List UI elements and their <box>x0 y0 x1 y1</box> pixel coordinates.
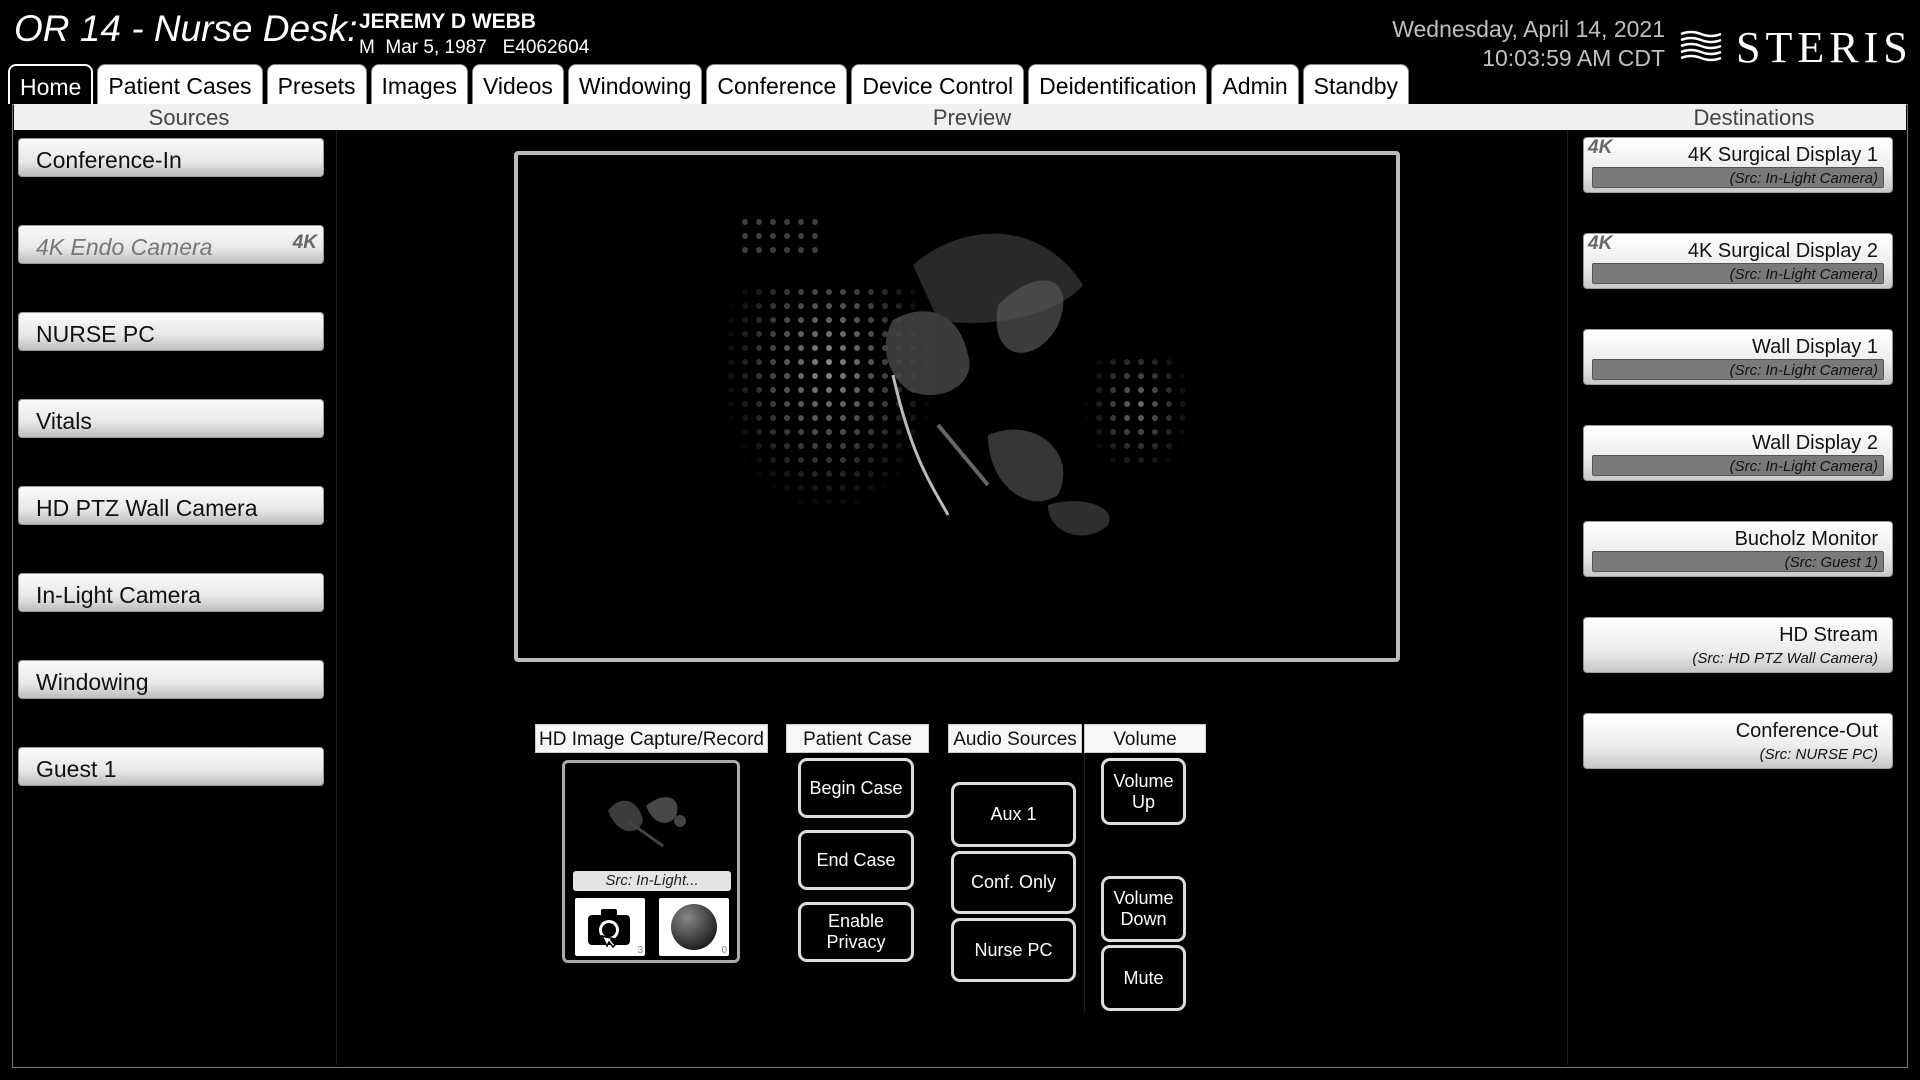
destination-4k-surgical-display-1[interactable]: 4K 4K Surgical Display 1 (Src: In-Light Ca… <box>1583 137 1893 193</box>
destination-source: (Src: HD PTZ Wall Camera) <box>1692 650 1878 667</box>
source-guest-1[interactable]: Guest 1 <box>18 747 324 786</box>
sources-heading: Sources <box>148 105 230 130</box>
source-vitals[interactable]: Vitals <box>18 399 324 438</box>
capture-thumbnail[interactable] <box>568 766 734 866</box>
record-button[interactable]: 0 <box>659 898 729 956</box>
destination-hd-stream[interactable]: HD Stream (Src: HD PTZ Wall Camera) <box>1583 617 1893 673</box>
source-nurse-pc[interactable]: NURSE PC <box>18 312 324 351</box>
tab-videos[interactable]: Videos <box>471 64 564 104</box>
volume-header: Volume <box>1084 724 1206 753</box>
audio-sources-header: Audio Sources <box>948 724 1082 753</box>
destination-source: (Src: In-Light Camera) <box>1729 458 1878 475</box>
destination-bucholz-monitor[interactable]: Bucholz Monitor (Src: Guest 1) <box>1583 521 1893 577</box>
destination-name: 4K Surgical Display 1 <box>1687 144 1878 166</box>
volume-up-button[interactable]: Volume Up <box>1101 758 1186 825</box>
destination-name: Conference-Out <box>1735 720 1878 742</box>
tab-device-control[interactable]: Device Control <box>851 64 1025 104</box>
preview-heading: Preview <box>932 105 1012 130</box>
source-4k-endo-camera[interactable]: 4K Endo Camera 4K <box>18 225 324 264</box>
audio-nurse-pc-button[interactable]: Nurse PC <box>951 918 1076 982</box>
tab-windowing[interactable]: Windowing <box>567 64 703 104</box>
destination-source: (Src: NURSE PC) <box>1759 746 1878 763</box>
source-label: Guest 1 <box>36 756 117 782</box>
tab-standby[interactable]: Standby <box>1302 64 1410 104</box>
destination-name: HD Stream <box>1779 624 1878 646</box>
tab-images[interactable]: Images <box>370 64 468 104</box>
destination-name: Bucholz Monitor <box>1734 528 1878 550</box>
tab-conference[interactable]: Conference <box>706 64 848 104</box>
preview-video[interactable] <box>514 151 1400 662</box>
begin-case-button[interactable]: Begin Case <box>798 758 914 818</box>
capture-panel: Src: In-Light... 3 0 <box>562 760 740 963</box>
destination-wall-display-2[interactable]: Wall Display 2 (Src: In-Light Camera) <box>1583 425 1893 481</box>
capture-thumbnail-image <box>608 797 686 848</box>
destination-wall-display-1[interactable]: Wall Display 1 (Src: In-Light Camera) <box>1583 329 1893 385</box>
badge-4k: 4K <box>1588 137 1613 158</box>
section-header-bar: Sources Preview Destinations <box>14 104 1906 130</box>
destination-name: Wall Display 1 <box>1752 336 1878 358</box>
steris-logo: STERIS <box>1680 22 1913 72</box>
patient-details: M Mar 5, 1987 E4062604 <box>359 37 590 58</box>
surgical-preview-image <box>668 215 1198 545</box>
group-divider <box>1084 753 1085 1013</box>
tab-deidentification[interactable]: Deidentification <box>1028 64 1208 104</box>
destination-source: (Src: In-Light Camera) <box>1729 170 1878 187</box>
page-title: OR 14 - Nurse Desk: <box>14 8 358 49</box>
current-date: Wednesday, April 14, 2021 <box>1392 16 1665 42</box>
photo-count: 3 <box>637 945 643 956</box>
source-in-light-camera[interactable]: In-Light Camera <box>18 573 324 612</box>
audio-conf-only-button[interactable]: Conf. Only <box>951 851 1076 914</box>
source-label: Conference-In <box>36 147 182 173</box>
destination-name: 4K Surgical Display 2 <box>1687 240 1878 262</box>
column-divider <box>1567 130 1568 1065</box>
destination-source: (Src: Guest 1) <box>1784 554 1878 571</box>
camera-icon <box>588 909 630 949</box>
mute-button[interactable]: Mute <box>1101 945 1186 1011</box>
destinations-heading: Destinations <box>1693 105 1815 130</box>
source-hd-ptz-wall-camera[interactable]: HD PTZ Wall Camera <box>18 486 324 525</box>
capture-photo-button[interactable]: 3 <box>575 898 645 956</box>
patient-case-header: Patient Case <box>786 724 929 753</box>
badge-4k: 4K <box>292 232 317 253</box>
end-case-button[interactable]: End Case <box>798 830 914 890</box>
volume-down-button[interactable]: Volume Down <box>1101 876 1186 942</box>
capture-header: HD Image Capture/Record <box>535 724 768 753</box>
current-time: 10:03:59 AM CDT <box>1482 45 1665 71</box>
destination-name: Wall Display 2 <box>1752 432 1878 454</box>
badge-4k: 4K <box>1588 233 1613 254</box>
destination-source: (Src: In-Light Camera) <box>1729 362 1878 379</box>
source-label: NURSE PC <box>36 321 155 347</box>
tab-home[interactable]: Home <box>8 64 94 104</box>
source-label: Vitals <box>36 408 92 434</box>
audio-aux1-button[interactable]: Aux 1 <box>951 782 1076 847</box>
record-icon <box>671 904 717 950</box>
tab-presets[interactable]: Presets <box>266 64 367 104</box>
tab-patient-cases[interactable]: Patient Cases <box>97 64 263 104</box>
source-label: HD PTZ Wall Camera <box>36 495 258 521</box>
source-conference-in[interactable]: Conference-In <box>18 138 324 177</box>
column-divider <box>336 130 337 1065</box>
source-windowing[interactable]: Windowing <box>18 660 324 699</box>
destination-source: (Src: In-Light Camera) <box>1729 266 1878 283</box>
enable-privacy-button[interactable]: Enable Privacy <box>798 902 914 962</box>
tab-admin[interactable]: Admin <box>1211 64 1299 104</box>
logo-text: STERIS <box>1736 22 1913 72</box>
steris-wave-icon <box>1680 30 1722 62</box>
patient-name: JEREMY D WEBB <box>359 10 536 33</box>
capture-source-label: Src: In-Light... <box>573 871 731 891</box>
destination-4k-surgical-display-2[interactable]: 4K 4K Surgical Display 2 (Src: In-Light Ca… <box>1583 233 1893 289</box>
destination-conference-out[interactable]: Conference-Out (Src: NURSE PC) <box>1583 713 1893 769</box>
source-label: Windowing <box>36 669 149 695</box>
source-label: 4K Endo Camera <box>36 234 213 260</box>
record-count: 0 <box>721 945 727 956</box>
tab-bar: Home Patient Cases Presets Images Videos Wind… <box>8 64 1410 105</box>
source-label: In-Light Camera <box>36 582 201 608</box>
